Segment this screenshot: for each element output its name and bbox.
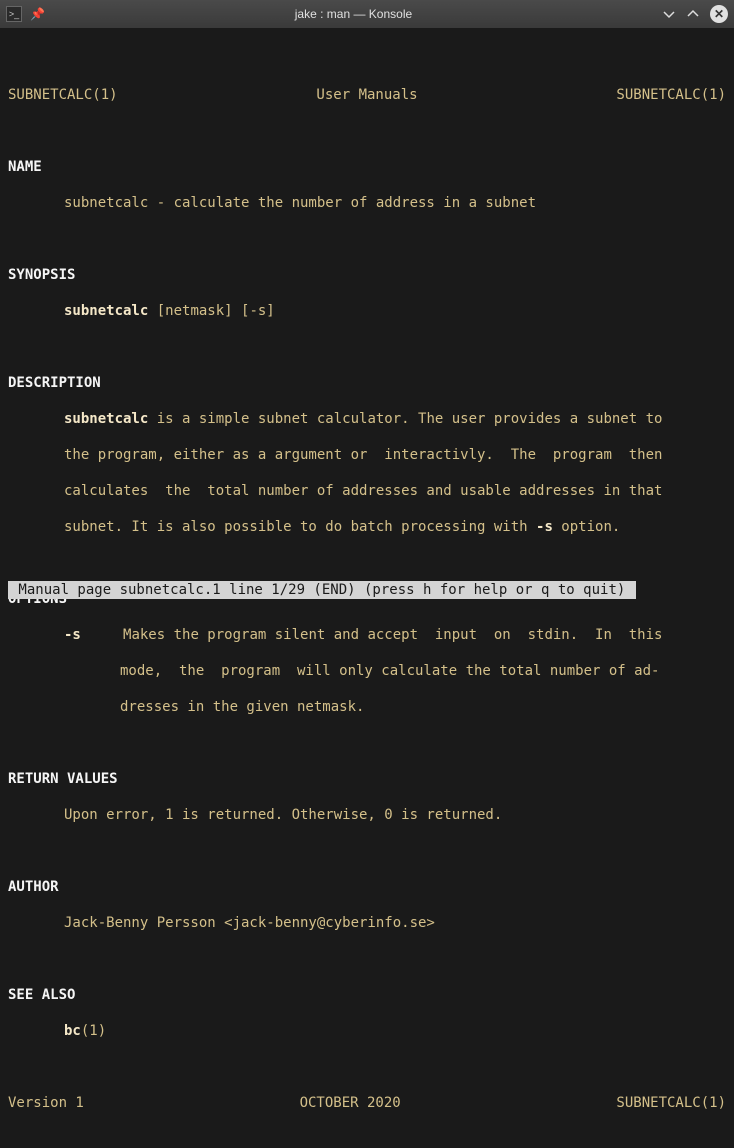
pager-status-bar: Manual page subnetcalc.1 line 1/29 (END)…: [8, 581, 636, 599]
blank-line: [8, 734, 726, 752]
synopsis-cmd: subnetcalc: [64, 303, 148, 319]
window-title: jake : man — Konsole: [45, 7, 662, 21]
section-return-values: RETURN VALUES: [8, 770, 726, 788]
option-line-1: -s Makes the program silent and accept i…: [8, 626, 726, 644]
blank-line: [8, 554, 726, 572]
man-footer-center: OCTOBER 2020: [300, 1094, 401, 1112]
section-name: NAME: [8, 158, 726, 176]
desc-line-4: subnet. It is also possible to do batch …: [8, 518, 726, 536]
maximize-button[interactable]: [686, 7, 700, 21]
man-header: SUBNETCALC(1) User Manuals SUBNETCALC(1): [8, 86, 726, 104]
return-line: Upon error, 1 is returned. Otherwise, 0 …: [8, 806, 726, 824]
man-footer-right: SUBNETCALC(1): [616, 1094, 726, 1112]
author-line: Jack-Benny Persson <jack-benny@cyberinfo…: [8, 914, 726, 932]
blank-line: [8, 842, 726, 860]
blank-line: [8, 50, 726, 68]
blank-line: [8, 1058, 726, 1076]
desc-cmd: subnetcalc: [64, 411, 148, 427]
desc-line-1: subnetcalc is a simple subnet calculator…: [8, 410, 726, 428]
man-header-left: SUBNETCALC(1): [8, 86, 118, 104]
section-author: AUTHOR: [8, 878, 726, 896]
blank-line: [8, 950, 726, 968]
section-description: DESCRIPTION: [8, 374, 726, 392]
see-also-line: bc(1): [8, 1022, 726, 1040]
minimize-button[interactable]: [662, 7, 676, 21]
option-flag: -s: [64, 627, 81, 643]
man-footer: Version 1 OCTOBER 2020 SUBNETCALC(1): [8, 1094, 726, 1112]
desc-opt-flag: -s: [536, 519, 553, 535]
close-button[interactable]: ✕: [710, 5, 728, 23]
pin-icon[interactable]: 📌: [30, 7, 45, 21]
option-line-3: dresses in the given netmask.: [8, 698, 726, 716]
see-also-cmd: bc: [64, 1023, 81, 1039]
blank-line: [8, 338, 726, 356]
desc-line-3: calculates the total number of addresses…: [8, 482, 726, 500]
app-icon: >_: [6, 6, 22, 22]
section-see-also: SEE ALSO: [8, 986, 726, 1004]
blank-line: [8, 230, 726, 248]
section-synopsis: SYNOPSIS: [8, 266, 726, 284]
man-header-center: User Manuals: [316, 86, 417, 104]
synopsis-args: [netmask] [-s]: [148, 303, 274, 319]
man-header-right: SUBNETCALC(1): [616, 86, 726, 104]
option-line-2: mode, the program will only calculate th…: [8, 662, 726, 680]
desc-line-2: the program, either as a argument or int…: [8, 446, 726, 464]
window-titlebar: >_ 📌 jake : man — Konsole ✕: [0, 0, 734, 28]
synopsis-line: subnetcalc [netmask] [-s]: [8, 302, 726, 320]
man-footer-left: Version 1: [8, 1094, 84, 1112]
blank-line: [8, 122, 726, 140]
terminal-viewport[interactable]: SUBNETCALC(1) User Manuals SUBNETCALC(1) N…: [0, 28, 734, 603]
name-line: subnetcalc - calculate the number of add…: [8, 194, 726, 212]
